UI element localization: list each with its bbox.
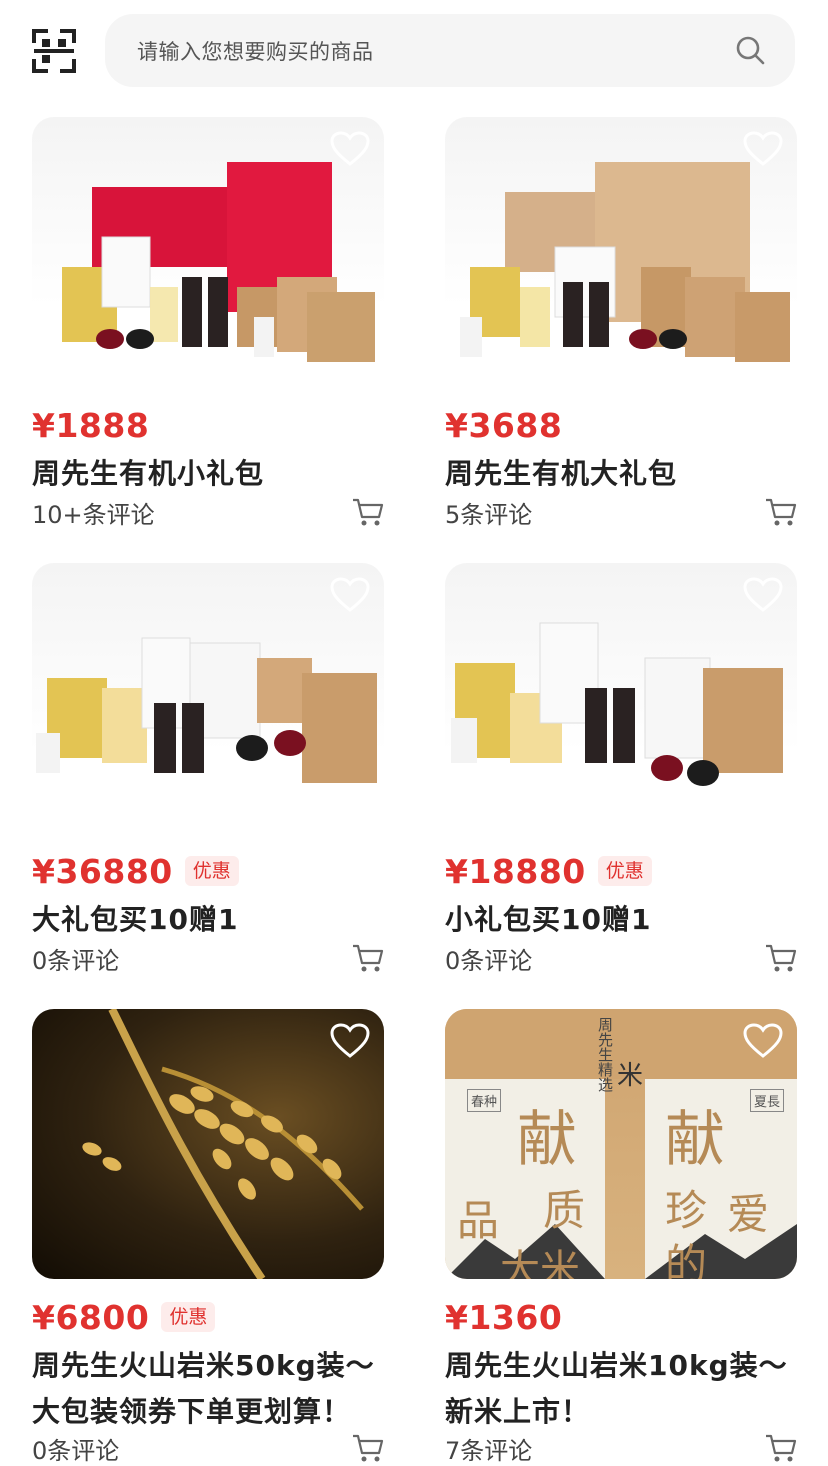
product-card[interactable]: ¥1888 周先生有机小礼包 10+条评论 bbox=[32, 117, 384, 537]
price: ¥3688 bbox=[445, 405, 563, 445]
search-icon[interactable] bbox=[735, 35, 765, 65]
product-card[interactable]: ¥6800 优惠 周先生火山岩米50kg装～大包装领券下单更划算！ 0条评论 bbox=[32, 1009, 384, 1465]
heart-icon[interactable] bbox=[330, 131, 370, 167]
cart-icon[interactable] bbox=[352, 943, 384, 973]
product-image[interactable] bbox=[32, 1009, 384, 1279]
top-bar: 请输入您想要购买的商品 bbox=[0, 0, 828, 100]
product-name[interactable]: 周先生有机大礼包 bbox=[445, 451, 797, 497]
cart-icon[interactable] bbox=[352, 1433, 384, 1463]
product-image[interactable] bbox=[445, 563, 797, 833]
review-count: 0条评论 bbox=[445, 947, 533, 975]
price-row: ¥1360 bbox=[445, 1297, 562, 1337]
price: ¥1360 bbox=[445, 1297, 563, 1337]
cart-icon[interactable] bbox=[765, 1433, 797, 1463]
bag-left-line2: 质 bbox=[543, 1186, 586, 1235]
bag-left-tag: 春种 bbox=[467, 1089, 502, 1112]
cart-icon[interactable] bbox=[352, 497, 384, 527]
heart-icon[interactable] bbox=[743, 577, 783, 613]
product-image[interactable] bbox=[32, 563, 384, 833]
product-card[interactable]: ¥3688 周先生有机大礼包 5条评论 bbox=[445, 117, 797, 537]
product-card[interactable]: 周先生精选 米 春种 夏長 献 献 品 质 大米 珍 爱 的 ¥1360 周先生… bbox=[445, 1009, 797, 1465]
bag-right-line3: 的 bbox=[665, 1240, 708, 1279]
review-count: 5条评论 bbox=[445, 501, 533, 529]
bag-left-line1: 品 bbox=[457, 1196, 500, 1245]
price: ¥6800 bbox=[32, 1297, 150, 1337]
price-row: ¥1888 bbox=[32, 405, 149, 445]
search-bar[interactable]: 请输入您想要购买的商品 bbox=[105, 14, 795, 87]
product-card[interactable]: ¥18880 优惠 小礼包买10赠1 0条评论 bbox=[445, 563, 797, 983]
product-name[interactable]: 周先生火山岩米10kg装～新米上市！ bbox=[445, 1343, 797, 1435]
product-image[interactable]: 周先生精选 米 春种 夏長 献 献 品 质 大米 珍 爱 的 bbox=[445, 1009, 797, 1279]
price: ¥1888 bbox=[32, 405, 150, 445]
discount-badge: 优惠 bbox=[161, 1302, 216, 1332]
review-count: 10+条评论 bbox=[32, 501, 155, 529]
bag-rice: 米 bbox=[617, 1061, 644, 1091]
heart-icon[interactable] bbox=[743, 1023, 783, 1059]
price: ¥18880 bbox=[445, 851, 586, 891]
cart-icon[interactable] bbox=[765, 943, 797, 973]
bag-right-line2: 爱 bbox=[727, 1190, 770, 1239]
product-image[interactable] bbox=[445, 117, 797, 387]
cart-icon[interactable] bbox=[765, 497, 797, 527]
price-row: ¥3688 bbox=[445, 405, 562, 445]
heart-icon[interactable] bbox=[330, 1023, 370, 1059]
price: ¥36880 bbox=[32, 851, 173, 891]
bag-right-tag: 夏長 bbox=[750, 1089, 785, 1112]
heart-icon[interactable] bbox=[743, 131, 783, 167]
bag-right-line1: 珍 bbox=[665, 1186, 708, 1235]
price-row: ¥6800 优惠 bbox=[32, 1297, 216, 1337]
bag-left-line3: 大米 bbox=[500, 1247, 580, 1279]
product-image[interactable] bbox=[32, 117, 384, 387]
search-input[interactable]: 请输入您想要购买的商品 bbox=[137, 36, 374, 66]
price-row: ¥36880 优惠 bbox=[32, 851, 239, 891]
review-count: 0条评论 bbox=[32, 947, 120, 975]
product-name[interactable]: 大礼包买10赠1 bbox=[32, 897, 384, 943]
discount-badge: 优惠 bbox=[184, 856, 239, 886]
bag-left-big: 献 bbox=[517, 1105, 577, 1175]
product-name[interactable]: 周先生有机小礼包 bbox=[32, 451, 384, 497]
heart-icon[interactable] bbox=[330, 577, 370, 613]
scan-icon[interactable] bbox=[32, 29, 76, 73]
bag-title: 周先生精选 bbox=[596, 1017, 614, 1092]
price-row: ¥18880 优惠 bbox=[445, 851, 652, 891]
product-name[interactable]: 小礼包买10赠1 bbox=[445, 897, 797, 943]
discount-badge: 优惠 bbox=[597, 856, 652, 886]
bag-right-big: 献 bbox=[665, 1105, 725, 1175]
product-card[interactable]: ¥36880 优惠 大礼包买10赠1 0条评论 bbox=[32, 563, 384, 983]
product-name[interactable]: 周先生火山岩米50kg装～大包装领券下单更划算！ bbox=[32, 1343, 384, 1435]
